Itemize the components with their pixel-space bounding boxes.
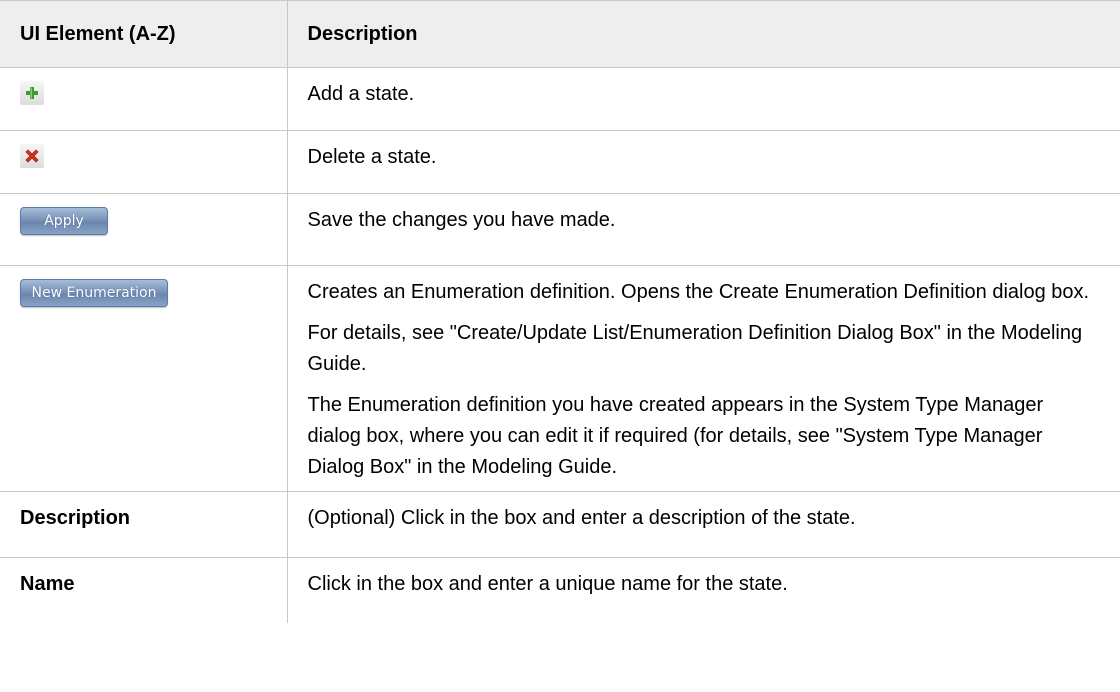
description-cell: Delete a state. [286,130,1120,194]
ui-element-label: Description [0,491,288,558]
column-header-description: Description [286,0,1120,68]
new-enumeration-button[interactable]: New Enumeration [20,279,168,307]
table-row: Delete a state. [0,130,1120,194]
table-row: Name Click in the box and enter a unique… [0,557,1120,623]
description-paragraph: For details, see "Create/Update List/Enu… [307,322,1083,375]
ui-elements-table: UI Element (A-Z) Description Add a state… [0,0,1120,623]
ui-element-cell: New Enumeration [0,265,288,492]
description-cell: Add a state. [286,67,1120,131]
ui-element-cell: Apply [0,193,288,266]
description-cell: Click in the box and enter a unique name… [286,557,1120,623]
description-cell: (Optional) Click in the box and enter a … [286,491,1120,558]
table-header-row: UI Element (A-Z) Description [0,0,1120,68]
table-row: New Enumeration Creates an Enumeration d… [0,265,1120,492]
delete-icon[interactable] [20,144,44,168]
table-row: Add a state. [0,67,1120,131]
description-paragraph: Creates an Enumeration definition. Opens… [307,281,1090,303]
add-icon[interactable] [20,81,44,105]
table-row: Description (Optional) Click in the box … [0,491,1120,558]
description-cell: Save the changes you have made. [286,193,1120,266]
ui-element-cell [0,67,288,131]
ui-element-cell [0,130,288,194]
table-row: Apply Save the changes you have made. [0,193,1120,266]
column-header-ui-element: UI Element (A-Z) [0,0,288,68]
description-cell: Creates an Enumeration definition. Opens… [286,265,1120,492]
description-paragraph: The Enumeration definition you have crea… [307,394,1044,478]
apply-button[interactable]: Apply [20,207,108,235]
ui-element-label: Name [0,557,288,623]
